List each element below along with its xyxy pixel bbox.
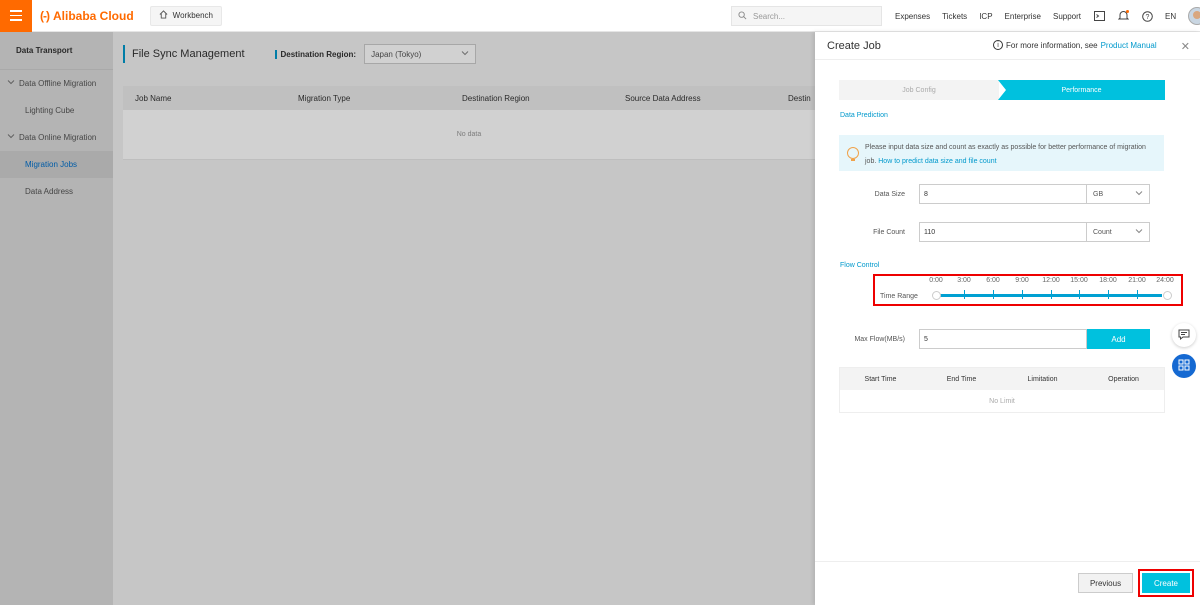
bell-icon[interactable] bbox=[1117, 10, 1129, 22]
drawer-title: Create Job bbox=[827, 39, 881, 52]
lightbulb-icon bbox=[847, 147, 859, 161]
file-count-unit-select[interactable]: Count bbox=[1087, 222, 1150, 242]
close-icon[interactable]: ✕ bbox=[1181, 40, 1190, 53]
apps-float-button[interactable] bbox=[1172, 354, 1196, 378]
drawer-header: Create Job i For more information, see P… bbox=[815, 32, 1200, 60]
svg-text:?: ? bbox=[1145, 14, 1149, 21]
time-range-mark bbox=[1137, 290, 1138, 299]
language-switch[interactable]: EN bbox=[1165, 12, 1176, 21]
time-range-ticks: 0:00 3:00 6:00 9:00 12:00 15:00 18:00 21… bbox=[929, 276, 1174, 286]
search-placeholder: Search... bbox=[753, 11, 786, 21]
previous-button[interactable]: Previous bbox=[1078, 573, 1133, 593]
info-text: For more information, see bbox=[1006, 40, 1098, 50]
nav-enterprise[interactable]: Enterprise bbox=[1005, 12, 1041, 21]
workbench-label: Workbench bbox=[172, 11, 213, 20]
modal-backdrop[interactable] bbox=[0, 32, 815, 605]
time-range-mark bbox=[1079, 290, 1080, 299]
column-header: Start Time bbox=[864, 375, 897, 383]
avatar[interactable] bbox=[1188, 7, 1200, 25]
tip-box: Please input data size and count as exac… bbox=[839, 135, 1164, 171]
time-range-highlight: Time Range 0:00 3:00 6:00 9:00 12:00 15:… bbox=[873, 274, 1183, 306]
drawer-info: i For more information, see Product Manu… bbox=[993, 40, 1157, 50]
home-icon bbox=[159, 10, 168, 21]
nav-tickets[interactable]: Tickets bbox=[942, 12, 967, 21]
file-count-label: File Count bbox=[873, 228, 905, 236]
time-tick-label: 12:00 bbox=[1042, 277, 1060, 284]
column-header: Operation bbox=[1108, 375, 1139, 383]
help-icon[interactable]: ? bbox=[1141, 10, 1153, 22]
time-tick-label: 24:00 bbox=[1156, 277, 1174, 284]
data-size-row: Data Size 8 GB bbox=[839, 184, 1165, 204]
time-tick-label: 0:00 bbox=[929, 277, 943, 284]
column-header: Limitation bbox=[1027, 375, 1058, 383]
limit-table: Start Time End Time Limitation Operation… bbox=[839, 367, 1165, 413]
time-tick-label: 15:00 bbox=[1070, 277, 1088, 284]
time-range-mark bbox=[993, 290, 994, 299]
time-tick-label: 18:00 bbox=[1099, 277, 1117, 284]
brand-logo[interactable]: (-) Alibaba Cloud bbox=[40, 9, 134, 23]
time-range-mark bbox=[1022, 290, 1023, 299]
data-size-unit: GB bbox=[1093, 190, 1104, 198]
brand-mark: (-) bbox=[40, 8, 50, 23]
limit-table-header: Start Time End Time Limitation Operation bbox=[840, 368, 1164, 390]
file-count-row: File Count 110 Count bbox=[839, 222, 1165, 242]
top-nav: Expenses Tickets ICP Enterprise Support … bbox=[895, 0, 1200, 32]
flow-control-label: Flow Control bbox=[840, 262, 880, 269]
time-range-mark bbox=[1108, 290, 1109, 299]
workbench-button[interactable]: Workbench bbox=[149, 5, 222, 26]
file-count-input[interactable]: 110 bbox=[919, 222, 1087, 242]
add-button[interactable]: Add bbox=[1087, 329, 1150, 349]
create-button[interactable]: Create bbox=[1142, 573, 1190, 593]
time-range-end-handle[interactable] bbox=[1163, 291, 1172, 300]
step-job-config[interactable]: Job Config bbox=[839, 80, 999, 100]
time-range-mark bbox=[964, 290, 965, 299]
chevron-down-icon bbox=[1135, 227, 1143, 237]
data-size-input[interactable]: 8 bbox=[919, 184, 1087, 204]
column-header: End Time bbox=[946, 375, 977, 383]
time-range-label: Time Range bbox=[880, 293, 918, 300]
max-flow-input[interactable]: 5 bbox=[919, 329, 1087, 349]
time-range-track[interactable] bbox=[936, 294, 1162, 297]
nav-expenses[interactable]: Expenses bbox=[895, 12, 930, 21]
chevron-down-icon bbox=[1135, 189, 1143, 199]
data-prediction-label: Data Prediction bbox=[840, 112, 888, 119]
search-input[interactable]: Search... bbox=[731, 6, 882, 26]
chat-float-button[interactable] bbox=[1172, 323, 1196, 347]
apps-grid-icon bbox=[1178, 359, 1190, 373]
step-performance[interactable]: Performance bbox=[998, 80, 1165, 100]
limit-empty-state: No Limit bbox=[989, 397, 1015, 405]
max-flow-label: Max Flow(MB/s) bbox=[854, 335, 905, 343]
time-range-mark bbox=[1051, 290, 1052, 299]
time-range-start-handle[interactable] bbox=[932, 291, 941, 300]
search-icon bbox=[738, 10, 747, 22]
terminal-icon[interactable] bbox=[1093, 10, 1105, 22]
top-bar: (-) Alibaba Cloud Workbench Search... Ex… bbox=[0, 0, 1200, 32]
drawer-footer: Previous Create bbox=[815, 561, 1200, 605]
file-count-unit: Count bbox=[1093, 228, 1112, 236]
data-size-label: Data Size bbox=[874, 190, 905, 198]
max-flow-row: Max Flow(MB/s) 5 Add bbox=[839, 329, 1165, 349]
chat-icon bbox=[1178, 329, 1190, 342]
nav-icp[interactable]: ICP bbox=[979, 12, 992, 21]
time-tick-label: 3:00 bbox=[957, 277, 971, 284]
create-button-highlight: Create bbox=[1138, 569, 1194, 597]
create-job-drawer: Create Job i For more information, see P… bbox=[815, 32, 1200, 605]
tip-content: Please input data size and count as exac… bbox=[865, 141, 1156, 169]
data-size-unit-select[interactable]: GB bbox=[1087, 184, 1150, 204]
brand-name: Alibaba Cloud bbox=[53, 8, 134, 23]
step-indicator: Job Config Performance bbox=[839, 80, 1165, 100]
time-tick-label: 9:00 bbox=[1015, 277, 1029, 284]
time-tick-label: 6:00 bbox=[986, 277, 1000, 284]
predict-help-link[interactable]: How to predict data size and file count bbox=[878, 158, 996, 165]
time-tick-label: 21:00 bbox=[1128, 277, 1146, 284]
info-icon: i bbox=[993, 40, 1003, 50]
product-manual-link[interactable]: Product Manual bbox=[1101, 41, 1157, 50]
menu-icon[interactable] bbox=[0, 0, 32, 32]
nav-support[interactable]: Support bbox=[1053, 12, 1081, 21]
